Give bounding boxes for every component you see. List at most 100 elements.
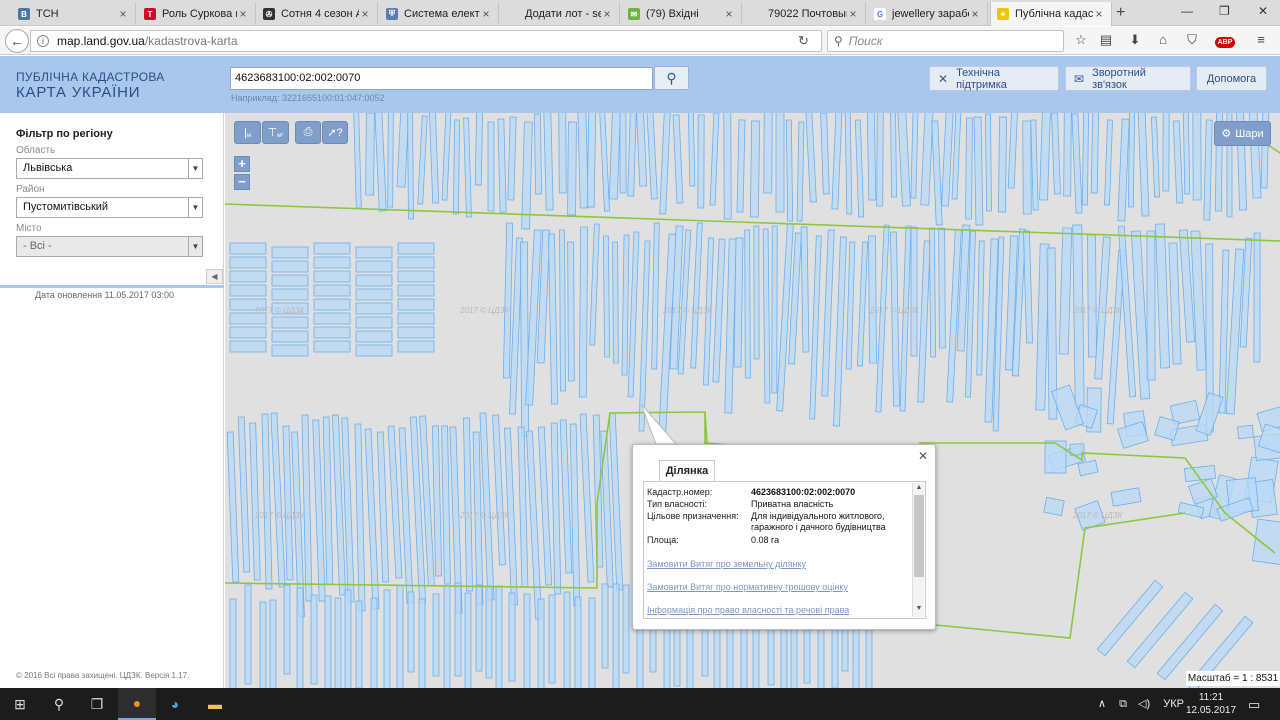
land-parcel[interactable] (475, 584, 483, 672)
land-parcel[interactable] (897, 113, 911, 207)
land-parcel[interactable] (586, 113, 597, 208)
land-parcel[interactable] (282, 425, 294, 581)
land-parcel[interactable] (495, 585, 503, 688)
land-parcel[interactable] (579, 413, 595, 583)
volume-icon[interactable]: ◁) (1138, 698, 1150, 710)
land-parcel[interactable] (313, 298, 351, 311)
land-parcel[interactable] (941, 113, 954, 207)
close-window-icon[interactable]: ✕ (1258, 4, 1268, 18)
file-explorer-icon[interactable]: ▬ (196, 688, 234, 720)
land-parcel[interactable] (800, 226, 810, 353)
land-parcel[interactable] (805, 113, 817, 203)
land-parcel[interactable] (821, 229, 835, 397)
land-parcel[interactable] (487, 121, 495, 212)
chevron-up-icon[interactable]: ∧ (1098, 698, 1106, 710)
land-parcel[interactable] (364, 428, 380, 610)
close-tab-icon[interactable]: × (969, 7, 981, 21)
scroll-up-icon[interactable]: ▲ (913, 484, 925, 491)
search-button[interactable]: ⚲ (654, 66, 689, 90)
land-parcel[interactable] (1190, 230, 1207, 371)
scrollbar-thumb[interactable] (914, 495, 924, 577)
land-parcel[interactable] (910, 113, 919, 199)
browser-tab[interactable]: ⛨ Система електр × (380, 2, 499, 26)
land-parcel[interactable] (1182, 113, 1191, 195)
land-parcel[interactable] (866, 113, 877, 201)
land-parcel[interactable] (1082, 113, 1089, 206)
land-parcel[interactable] (588, 597, 596, 688)
land-parcel[interactable] (428, 113, 440, 204)
land-parcel[interactable] (313, 326, 351, 339)
land-parcel[interactable] (519, 241, 530, 437)
land-parcel[interactable] (407, 113, 414, 220)
land-parcel[interactable] (525, 430, 543, 620)
land-parcel[interactable] (1104, 119, 1113, 206)
land-parcel[interactable] (229, 242, 267, 255)
land-parcel[interactable] (1168, 242, 1182, 365)
browser-tab[interactable]: ✇ Сотня 4 сезон Al × (257, 2, 378, 26)
land-parcel[interactable] (1044, 440, 1067, 474)
land-parcel[interactable] (1023, 230, 1033, 344)
land-parcel[interactable] (1237, 424, 1254, 440)
land-parcel[interactable] (548, 594, 556, 684)
land-parcel[interactable] (407, 591, 415, 673)
land-parcel[interactable] (998, 116, 1007, 213)
home-icon[interactable]: ⌂ (1154, 32, 1172, 50)
land-parcel[interactable] (1203, 119, 1213, 221)
land-parcel[interactable] (1192, 113, 1202, 201)
land-parcel[interactable] (355, 246, 393, 259)
land-parcel[interactable] (1162, 113, 1170, 192)
browser-tab[interactable]: Додати лот - setam.n× (501, 2, 620, 26)
identify-cursor-icon[interactable]: ➚? (322, 121, 348, 144)
land-parcel[interactable] (736, 119, 746, 213)
land-parcel[interactable] (354, 423, 366, 612)
land-parcel[interactable] (1172, 120, 1184, 204)
land-parcel[interactable] (890, 231, 900, 407)
land-parcel[interactable] (1051, 113, 1061, 195)
browser-tab[interactable]: Т Роль Суркова на× (138, 2, 256, 26)
land-parcel[interactable] (612, 583, 620, 688)
land-parcel[interactable] (612, 241, 619, 364)
land-parcel[interactable] (312, 419, 326, 602)
land-parcel[interactable] (785, 119, 794, 222)
land-parcel[interactable] (763, 113, 773, 194)
land-parcel[interactable] (463, 417, 473, 592)
land-parcel[interactable] (1039, 113, 1051, 201)
land-parcel[interactable] (621, 234, 630, 376)
land-parcel[interactable] (283, 584, 291, 675)
land-parcel[interactable] (271, 316, 309, 329)
notifications-icon[interactable]: ▭ (1248, 697, 1260, 713)
land-parcel[interactable] (890, 113, 897, 198)
land-parcel[interactable] (355, 600, 363, 688)
land-parcel[interactable] (976, 240, 985, 376)
land-parcel[interactable] (355, 260, 393, 273)
land-parcel[interactable] (920, 113, 934, 206)
land-parcel[interactable] (431, 425, 443, 577)
land-parcel[interactable] (875, 224, 890, 413)
land-parcel[interactable] (370, 597, 378, 688)
land-parcel[interactable] (1151, 116, 1160, 198)
land-parcel[interactable] (259, 601, 267, 688)
bookmark-star-icon[interactable]: ☆ (1072, 32, 1090, 50)
close-tab-icon[interactable]: × (601, 7, 613, 21)
land-parcel[interactable] (521, 121, 533, 230)
cadastral-search-input[interactable]: 4623683100:02:002:0070 (230, 67, 653, 90)
land-parcel[interactable] (507, 116, 517, 201)
land-parcel[interactable] (229, 284, 267, 297)
clock[interactable]: 11:21 12.05.2017 (1185, 691, 1237, 717)
land-parcel[interactable] (646, 113, 658, 200)
close-tab-icon[interactable]: × (723, 7, 735, 21)
region-select[interactable]: Львівська ▼ (16, 158, 203, 179)
land-parcel[interactable] (831, 113, 843, 210)
land-parcel[interactable] (599, 113, 610, 212)
land-parcel[interactable] (602, 235, 611, 358)
land-parcel[interactable] (1117, 118, 1130, 222)
land-parcel[interactable] (627, 231, 640, 398)
popup-scrollbar[interactable]: ▲ ▼ (912, 483, 924, 617)
land-parcel[interactable] (1063, 113, 1072, 197)
land-parcel[interactable] (622, 584, 630, 674)
land-parcel[interactable] (856, 241, 869, 367)
land-parcel[interactable] (548, 233, 558, 405)
feedback-button[interactable]: ✉ Зворотний зв'язок (1065, 66, 1191, 91)
land-parcel[interactable] (1030, 119, 1039, 211)
land-parcel[interactable] (931, 120, 943, 226)
